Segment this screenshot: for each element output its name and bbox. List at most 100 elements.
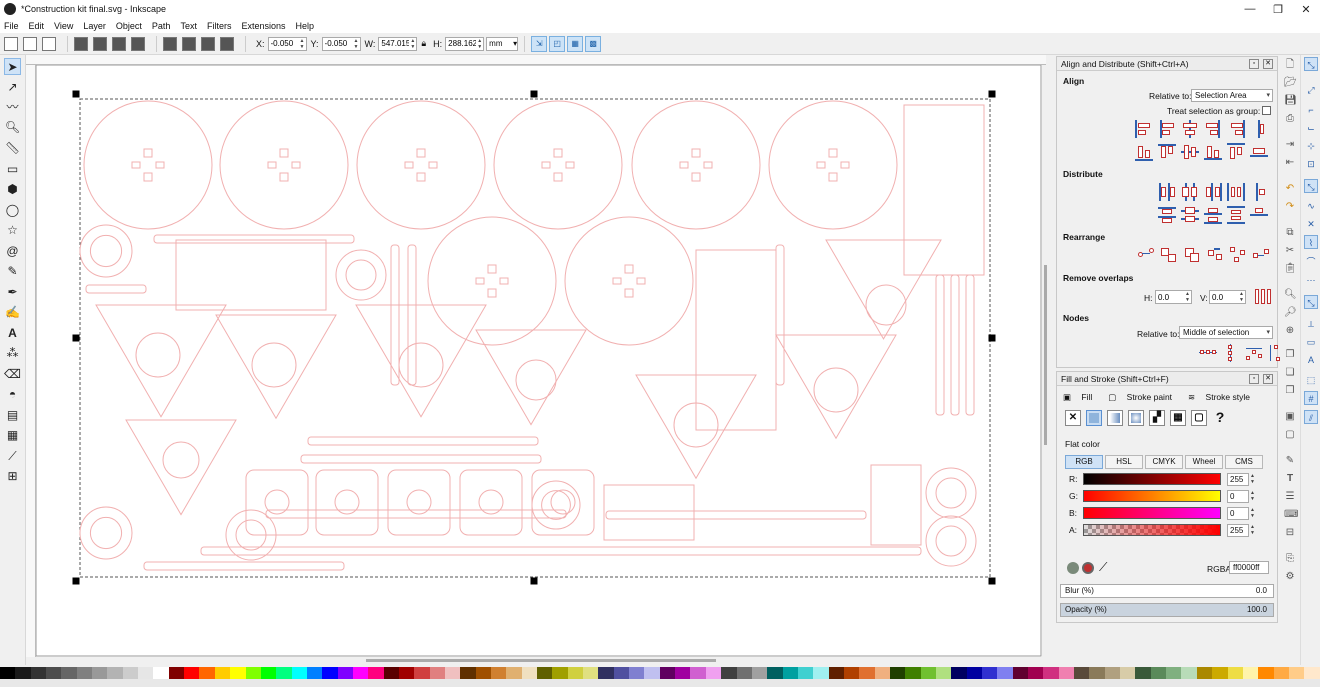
box-3d-tool-icon[interactable]: ⬢ — [4, 181, 21, 198]
align-baseline-vertical-icon[interactable] — [1250, 143, 1268, 161]
palette-swatch[interactable] — [629, 667, 645, 679]
palette-swatch[interactable] — [15, 667, 31, 679]
palette-swatch[interactable] — [306, 667, 323, 679]
menu-edit[interactable]: Edit — [29, 21, 45, 31]
palette-swatch[interactable] — [322, 667, 338, 679]
palette-swatch[interactable] — [1058, 667, 1075, 679]
pattern-icon[interactable]: ▦ — [1170, 410, 1186, 426]
distribute-left-icon[interactable] — [1158, 183, 1176, 201]
palette-swatch[interactable] — [414, 667, 430, 679]
minimize-button[interactable]: — — [1236, 3, 1264, 15]
fill-stroke-icon[interactable]: ✎ — [1284, 455, 1296, 467]
text-font-icon[interactable]: T — [1284, 473, 1296, 485]
lower-icon[interactable] — [182, 36, 196, 51]
y-input[interactable] — [322, 37, 353, 50]
spiral-tool-icon[interactable]: @ — [4, 243, 21, 260]
w-field[interactable]: ▲▼ — [378, 36, 418, 51]
snap-text-baseline-icon[interactable]: ⟂ — [1304, 317, 1318, 331]
palette-swatch[interactable] — [675, 667, 691, 679]
menu-view[interactable]: View — [54, 21, 73, 31]
tab-wheel[interactable]: Wheel — [1185, 455, 1223, 469]
eraser-tool-icon[interactable]: ⌫ — [4, 366, 21, 383]
rectangle-tool-icon[interactable]: ▭ — [4, 161, 21, 178]
scale-corners-toggle[interactable]: ◰ — [549, 35, 566, 52]
distribute-gaps-vertical-icon[interactable] — [1227, 206, 1245, 224]
red-value[interactable]: 255 — [1227, 472, 1249, 486]
palette-swatch[interactable] — [276, 667, 292, 679]
blue-slider[interactable] — [1083, 507, 1221, 519]
palette-swatch[interactable] — [138, 667, 154, 679]
color-managed-icon[interactable] — [1067, 562, 1079, 574]
menu-help[interactable]: Help — [295, 21, 314, 31]
snap-bbox-edge-icon[interactable]: ⌐ — [1304, 103, 1318, 117]
snap-page-icon[interactable]: ⬚ — [1304, 373, 1318, 387]
out-of-gamut-icon[interactable] — [1082, 562, 1094, 574]
palette-swatch[interactable] — [122, 667, 139, 679]
unit-select[interactable]: mm ▾ — [486, 36, 519, 51]
snap-bbox-center-icon[interactable]: ⊡ — [1304, 157, 1318, 171]
preferences-icon[interactable]: ⚙ — [1284, 571, 1296, 583]
align-top-icon[interactable] — [1158, 143, 1176, 161]
red-slider[interactable] — [1083, 473, 1221, 485]
palette-swatch[interactable] — [168, 667, 185, 679]
palette-swatch[interactable] — [1273, 667, 1289, 679]
align-baseline-horizontal-icon[interactable] — [1250, 120, 1268, 138]
select-all-icon[interactable] — [4, 36, 18, 51]
w-stepper-icon[interactable]: ▲ ▼ — [409, 38, 416, 50]
palette-swatch[interactable] — [797, 667, 814, 679]
menu-layer[interactable]: Layer — [83, 21, 106, 31]
palette-swatch[interactable] — [444, 667, 461, 679]
scale-stroke-toggle[interactable]: ⇲ — [531, 35, 548, 52]
palette-swatch[interactable] — [368, 667, 384, 679]
palette-swatch[interactable] — [1181, 667, 1197, 679]
open-file-icon[interactable]: 📂︎ — [1284, 77, 1297, 89]
snap-enable-icon[interactable]: ⤡ — [1304, 57, 1318, 71]
palette-swatch[interactable] — [982, 667, 998, 679]
palette-swatch[interactable] — [659, 667, 676, 679]
vertical-scroll-thumb[interactable] — [1044, 265, 1047, 445]
lower-to-bottom-icon[interactable] — [163, 36, 177, 51]
maximize-button[interactable]: ❐ — [1264, 3, 1292, 16]
palette-swatch[interactable] — [1242, 667, 1259, 679]
snap-bbox-icon[interactable]: ⤢ — [1304, 83, 1318, 97]
selector-tool-icon[interactable]: ➤ — [4, 58, 21, 75]
lock-icon[interactable]: 🔒︎ — [421, 38, 426, 49]
treat-group-checkbox[interactable] — [1262, 106, 1271, 115]
close-icon[interactable]: ✕ — [1263, 58, 1273, 69]
select-all-layers-icon[interactable] — [23, 36, 37, 51]
red-stepper-icon[interactable]: ▲ ▼ — [1250, 473, 1255, 485]
star-tool-icon[interactable]: ☆ — [4, 222, 21, 239]
align-bottom-to-top-icon[interactable] — [1135, 143, 1153, 161]
palette-swatch[interactable] — [951, 667, 967, 679]
h-input[interactable] — [446, 37, 477, 50]
snap-others-icon[interactable]: A — [1304, 353, 1318, 367]
palette-swatch[interactable] — [1028, 667, 1044, 679]
overlap-h-stepper-icon[interactable]: ▲ ▼ — [1184, 291, 1191, 303]
align-left-to-right-icon[interactable] — [1227, 120, 1245, 138]
mesh-tool-icon[interactable]: ▦ — [4, 427, 21, 444]
overlap-h-field[interactable]: ▲▼ — [1155, 290, 1192, 304]
palette-swatch[interactable] — [0, 667, 16, 679]
palette-swatch[interactable] — [337, 667, 353, 679]
snap-nodes-icon[interactable]: ⤡ — [1304, 179, 1318, 193]
ellipse-tool-icon[interactable]: ◯ — [4, 202, 21, 219]
h-field[interactable]: ▲▼ — [445, 36, 485, 51]
undo-icon[interactable]: ↶ — [1284, 183, 1296, 195]
unlink-clone-icon[interactable]: ❒ — [1284, 385, 1296, 397]
palette-swatch[interactable] — [1074, 667, 1090, 679]
unclump-icon[interactable] — [1252, 246, 1270, 264]
distribute-nodes-horizontal-icon[interactable] — [1245, 344, 1263, 362]
palette-swatch[interactable] — [767, 667, 783, 679]
palette-swatch[interactable] — [1150, 667, 1167, 679]
horizontal-scrollbar[interactable] — [36, 657, 1046, 665]
zoom-selection-icon[interactable]: 🔍︎ — [1284, 289, 1297, 301]
xml-editor-icon[interactable]: ⌨ — [1284, 509, 1298, 521]
snap-path-intersection-icon[interactable]: ✕ — [1304, 217, 1318, 231]
w-input[interactable] — [379, 37, 410, 50]
snap-bbox-corner-icon[interactable]: ⌙ — [1304, 121, 1318, 135]
palette-swatch[interactable] — [920, 667, 936, 679]
green-value[interactable]: 0 — [1227, 489, 1249, 503]
palette-swatch[interactable] — [843, 667, 860, 679]
move-patterns-toggle[interactable]: ▩ — [585, 35, 602, 52]
snap-to-path-icon[interactable]: ∿ — [1304, 199, 1318, 213]
